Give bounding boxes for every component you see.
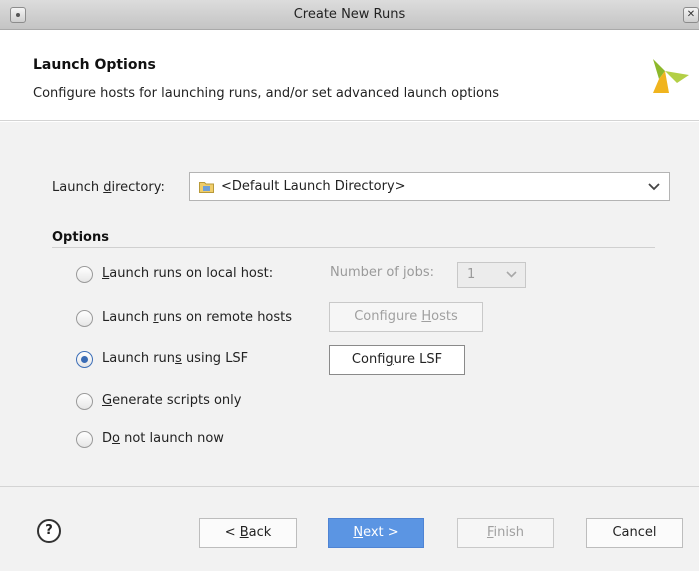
title-bar: Create New Runs ✕ bbox=[0, 0, 699, 30]
radio-label: Do not launch now bbox=[102, 431, 224, 446]
options-heading: Options bbox=[52, 230, 109, 245]
folder-icon bbox=[199, 182, 214, 193]
radio-label: Launch runs using LSF bbox=[102, 351, 249, 366]
next-button[interactable]: Next > bbox=[328, 518, 424, 548]
page-subtitle: Configure hosts for launching runs, and/… bbox=[33, 86, 500, 101]
chevron-down-icon bbox=[648, 183, 660, 191]
radio-label: Launch runs on remote hosts bbox=[102, 310, 293, 325]
radio-button[interactable] bbox=[76, 266, 93, 283]
window-title: Create New Runs bbox=[293, 7, 406, 22]
help-icon[interactable]: ? bbox=[37, 519, 61, 543]
number-of-jobs-label: Number of jobs: bbox=[330, 265, 435, 280]
configure-lsf-button[interactable]: Configure LSF bbox=[329, 345, 465, 375]
launch-directory-dropdown[interactable]: <Default Launch Directory> bbox=[189, 172, 670, 201]
chevron-down-icon bbox=[506, 271, 517, 278]
radio-button[interactable] bbox=[76, 393, 93, 410]
dialog-header: Launch Options Configure hosts for launc… bbox=[0, 31, 699, 121]
launch-directory-value: <Default Launch Directory> bbox=[221, 179, 406, 194]
launch-directory-label: Launch directory: bbox=[52, 180, 165, 195]
logo-icon bbox=[653, 59, 689, 93]
configure-hosts-button[interactable]: Configure Hosts bbox=[329, 302, 483, 332]
radio-button[interactable] bbox=[76, 310, 93, 327]
radio-label: Launch runs on local host: bbox=[102, 266, 274, 281]
page-title: Launch Options bbox=[33, 57, 156, 73]
options-divider bbox=[52, 247, 655, 248]
number-of-jobs-select[interactable]: 1 bbox=[457, 262, 526, 288]
radio-button-selected[interactable] bbox=[76, 351, 93, 368]
back-button[interactable]: < Back bbox=[199, 518, 297, 548]
close-icon[interactable]: ✕ bbox=[683, 7, 699, 23]
radio-button[interactable] bbox=[76, 431, 93, 448]
finish-button[interactable]: Finish bbox=[457, 518, 554, 548]
cancel-button[interactable]: Cancel bbox=[586, 518, 683, 548]
radio-label: Generate scripts only bbox=[102, 393, 242, 408]
